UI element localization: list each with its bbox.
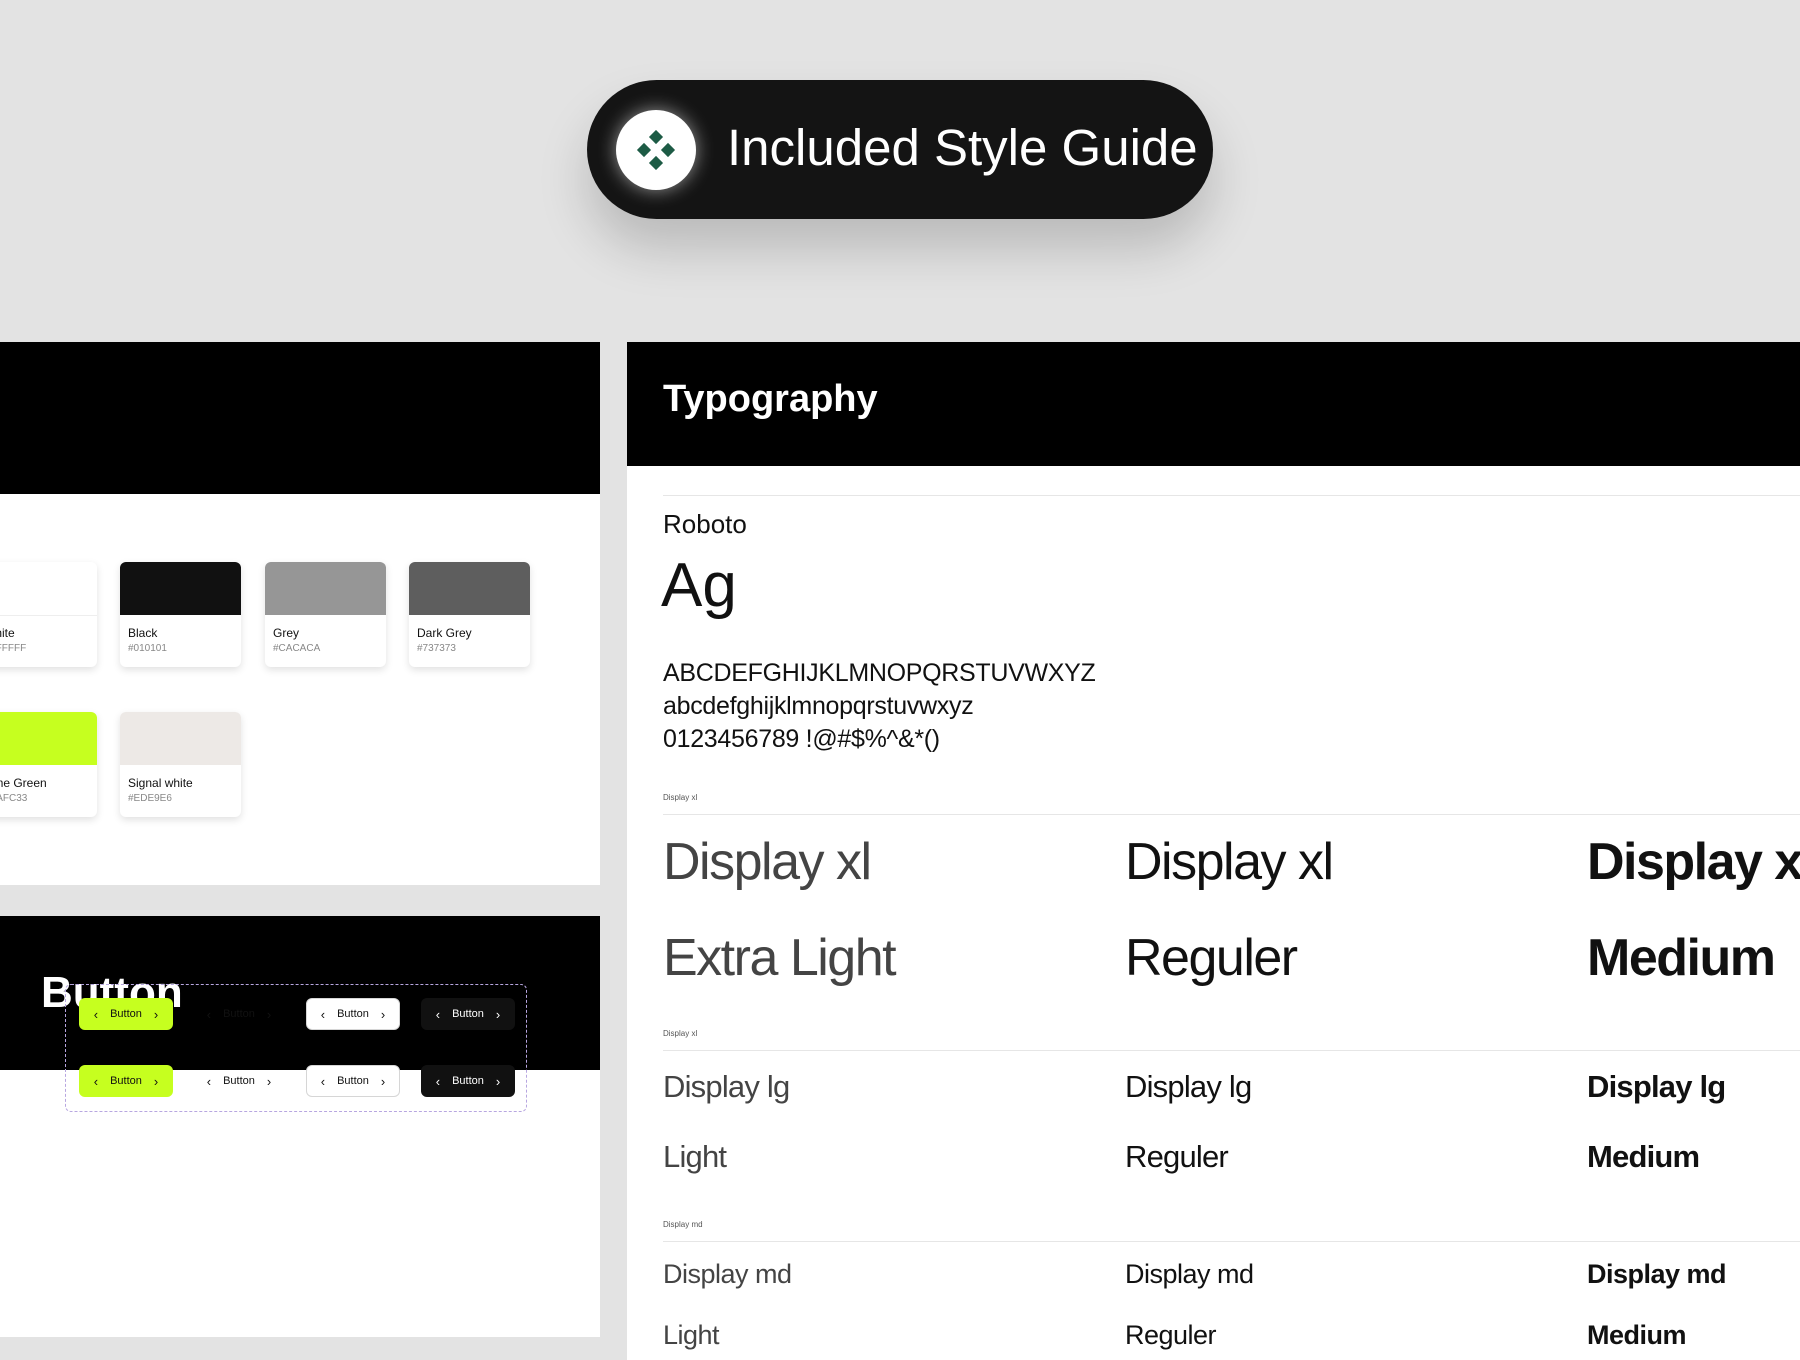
swatch-hex: #BAFC33 bbox=[0, 793, 28, 804]
type-weight-name: Medium bbox=[1587, 929, 1776, 987]
type-sample-name: Display lg bbox=[1125, 1069, 1252, 1104]
chevron-right-icon: › bbox=[495, 1006, 501, 1022]
color-swatch: White #FFFFFF bbox=[0, 562, 97, 667]
swatch-chip bbox=[120, 712, 241, 765]
chevron-left-icon: ‹ bbox=[206, 1006, 212, 1022]
swatch-chip bbox=[0, 562, 97, 616]
swatch-name: White bbox=[0, 626, 15, 640]
button-ghost[interactable]: ‹ Button › bbox=[192, 998, 286, 1030]
typography-panel-title: Typography bbox=[663, 378, 878, 420]
swatch-name: Black bbox=[128, 626, 158, 640]
swatch-hex: #CACACA bbox=[273, 643, 321, 654]
button-label: Button bbox=[110, 1008, 142, 1020]
button-label: Button bbox=[337, 1008, 369, 1020]
type-weight-name: Reguler bbox=[1125, 929, 1298, 987]
colors-panel: White #FFFFFF Black #010101 Grey #CACACA… bbox=[0, 342, 600, 885]
style-guide-badge: Included Style Guide bbox=[587, 80, 1213, 219]
swatch-hex: #EDE9E6 bbox=[128, 793, 172, 804]
type-sample-name: Display lg bbox=[1587, 1069, 1726, 1104]
button-variants-group: ‹ Button › ‹ Button › ‹ Button › ‹ Butto… bbox=[65, 984, 527, 1112]
chevron-right-icon: › bbox=[266, 1006, 272, 1022]
swatch-hex: #737373 bbox=[417, 643, 456, 654]
chevron-left-icon: ‹ bbox=[435, 1073, 441, 1089]
chevron-left-icon: ‹ bbox=[320, 1073, 326, 1089]
swatch-chip bbox=[0, 712, 97, 765]
type-group-label: Display xl bbox=[663, 1029, 698, 1038]
swatch-hex: #010101 bbox=[128, 643, 167, 654]
badge-title: Included Style Guide bbox=[727, 119, 1198, 176]
button-label: Button bbox=[452, 1075, 484, 1087]
button-label: Button bbox=[110, 1075, 142, 1087]
swatch-name: Grey bbox=[273, 626, 300, 640]
type-weight-name: Reguler bbox=[1125, 1320, 1217, 1350]
button-ghost[interactable]: ‹ Button › bbox=[192, 1065, 286, 1097]
button-label: Button bbox=[452, 1008, 484, 1020]
chevron-left-icon: ‹ bbox=[435, 1006, 441, 1022]
type-weight-name: Medium bbox=[1587, 1139, 1700, 1174]
button-label: Button bbox=[223, 1008, 255, 1020]
lowercase-alphabet: abcdefghijklmnopqrstuvwxyz bbox=[663, 692, 974, 720]
swatch-name: Signal white bbox=[128, 776, 193, 790]
type-weight-name: Medium bbox=[1587, 1320, 1687, 1350]
type-sample-name: Display md bbox=[1125, 1259, 1254, 1289]
chevron-right-icon: › bbox=[495, 1073, 501, 1089]
button-label: Button bbox=[223, 1075, 255, 1087]
button-dark[interactable]: ‹ Button › bbox=[421, 998, 515, 1030]
button-green[interactable]: ‹ Button › bbox=[79, 998, 173, 1030]
chevron-right-icon: › bbox=[380, 1006, 386, 1022]
color-swatch: Dark Grey #737373 bbox=[409, 562, 530, 667]
type-group-label: Display md bbox=[663, 1220, 703, 1229]
type-weight-name: Light bbox=[663, 1320, 720, 1350]
chevron-right-icon: › bbox=[266, 1073, 272, 1089]
type-weight-name: Light bbox=[663, 1139, 727, 1174]
button-outline[interactable]: ‹ Button › bbox=[306, 1065, 400, 1097]
type-sample-name: Display md bbox=[663, 1259, 792, 1289]
divider bbox=[663, 1241, 1800, 1242]
color-swatch: Lime Green #BAFC33 bbox=[0, 712, 97, 817]
divider bbox=[663, 495, 1800, 496]
button-outline[interactable]: ‹ Button › bbox=[306, 998, 400, 1030]
uppercase-alphabet: ABCDEFGHIJKLMNOPQRSTUVWXYZ bbox=[663, 659, 1096, 687]
type-sample-name: Display xl bbox=[663, 833, 872, 891]
chevron-left-icon: ‹ bbox=[206, 1073, 212, 1089]
button-panel: Button ‹ Button › ‹ Button › ‹ Button › … bbox=[0, 916, 600, 1337]
type-group-label: Display xl bbox=[663, 793, 698, 802]
swatch-chip bbox=[265, 562, 386, 615]
chevron-left-icon: ‹ bbox=[320, 1006, 326, 1022]
color-swatch: Signal white #EDE9E6 bbox=[120, 712, 241, 817]
swatch-chip bbox=[409, 562, 530, 615]
type-weight-name: Reguler bbox=[1125, 1139, 1229, 1174]
button-label: Button bbox=[337, 1075, 369, 1087]
type-weight-name: Extra Light bbox=[663, 929, 897, 987]
button-green[interactable]: ‹ Button › bbox=[79, 1065, 173, 1097]
font-family-name: Roboto bbox=[663, 509, 747, 539]
type-sample-name: Display xl bbox=[1587, 833, 1800, 891]
color-swatch: Grey #CACACA bbox=[265, 562, 386, 667]
font-sample-glyph: Ag bbox=[661, 551, 737, 620]
chevron-right-icon: › bbox=[380, 1073, 386, 1089]
color-swatch: Black #010101 bbox=[120, 562, 241, 667]
swatch-hex: #FFFFFF bbox=[0, 643, 27, 654]
diamond-grid-icon bbox=[616, 110, 696, 190]
chevron-right-icon: › bbox=[153, 1006, 159, 1022]
typography-panel-header: Typography bbox=[627, 342, 1800, 466]
colors-panel-header bbox=[0, 342, 600, 494]
chevron-right-icon: › bbox=[153, 1073, 159, 1089]
button-dark[interactable]: ‹ Button › bbox=[421, 1065, 515, 1097]
swatch-name: Lime Green bbox=[0, 776, 47, 790]
type-sample-name: Display lg bbox=[663, 1069, 790, 1104]
chevron-left-icon: ‹ bbox=[93, 1006, 99, 1022]
numbers-symbols: 0123456789 !@#$%^&*() bbox=[663, 725, 940, 753]
divider bbox=[663, 1050, 1800, 1051]
swatch-chip bbox=[120, 562, 241, 615]
type-sample-name: Display md bbox=[1587, 1259, 1727, 1289]
chevron-left-icon: ‹ bbox=[93, 1073, 99, 1089]
type-sample-name: Display xl bbox=[1125, 833, 1334, 891]
swatch-name: Dark Grey bbox=[417, 626, 472, 640]
divider bbox=[663, 814, 1800, 815]
typography-panel: Typography Roboto Ag ABCDEFGHIJKLMNOPQRS… bbox=[627, 342, 1800, 1360]
